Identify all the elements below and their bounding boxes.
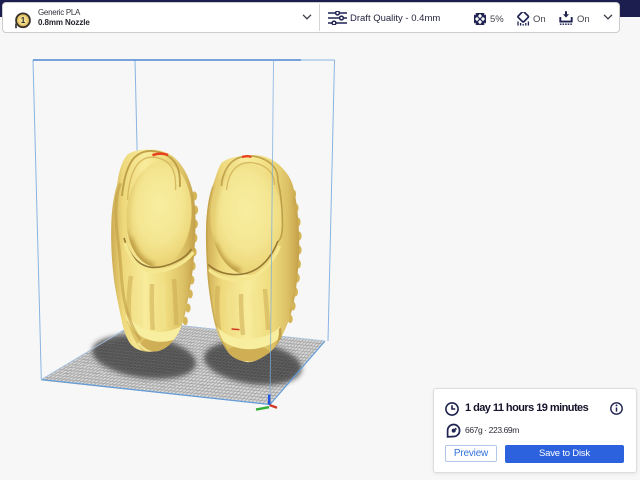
svg-text:1: 1 <box>21 16 26 25</box>
